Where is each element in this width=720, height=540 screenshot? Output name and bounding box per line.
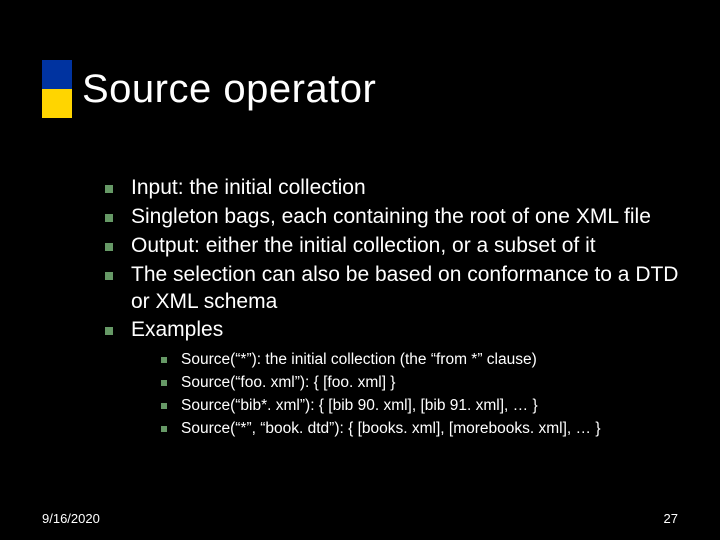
bullet-item: Input: the initial collection bbox=[105, 175, 680, 202]
title-area: Source operator bbox=[42, 60, 376, 118]
sub-bullet-text: Source(“*”, “book. dtd”): { [books. xml]… bbox=[181, 420, 601, 437]
title-accent-block bbox=[42, 60, 72, 118]
bullet-text: Singleton bags, each containing the root… bbox=[131, 205, 651, 228]
bullet-item: Examples Source(“*”): the initial collec… bbox=[105, 317, 680, 440]
bullet-text: Output: either the initial collection, o… bbox=[131, 234, 596, 257]
sub-bullet-text: Source(“*”): the initial collection (the… bbox=[181, 351, 537, 368]
footer-page-number: 27 bbox=[664, 511, 678, 526]
slide-body: Input: the initial collection Singleton … bbox=[105, 175, 680, 442]
bullet-text: Input: the initial collection bbox=[131, 176, 366, 199]
sub-bullet-text: Source(“bib*. xml”): { [bib 90. xml], [b… bbox=[181, 397, 538, 414]
sub-bullet-text: Source(“foo. xml”): { [foo. xml] } bbox=[181, 374, 395, 391]
main-bullet-list: Input: the initial collection Singleton … bbox=[105, 175, 680, 440]
bullet-text: Examples bbox=[131, 318, 223, 341]
bullet-item: Output: either the initial collection, o… bbox=[105, 233, 680, 260]
sub-bullet-item: Source(“bib*. xml”): { [bib 90. xml], [b… bbox=[161, 396, 680, 417]
sub-bullet-item: Source(“*”, “book. dtd”): { [books. xml]… bbox=[161, 419, 680, 440]
sub-bullet-item: Source(“foo. xml”): { [foo. xml] } bbox=[161, 373, 680, 394]
bullet-text: The selection can also be based on confo… bbox=[131, 263, 678, 313]
bullet-item: Singleton bags, each containing the root… bbox=[105, 204, 680, 231]
bullet-item: The selection can also be based on confo… bbox=[105, 262, 680, 316]
sub-bullet-item: Source(“*”): the initial collection (the… bbox=[161, 350, 680, 371]
sub-bullet-list: Source(“*”): the initial collection (the… bbox=[161, 350, 680, 440]
footer-date: 9/16/2020 bbox=[42, 511, 100, 526]
slide-title: Source operator bbox=[82, 67, 376, 112]
